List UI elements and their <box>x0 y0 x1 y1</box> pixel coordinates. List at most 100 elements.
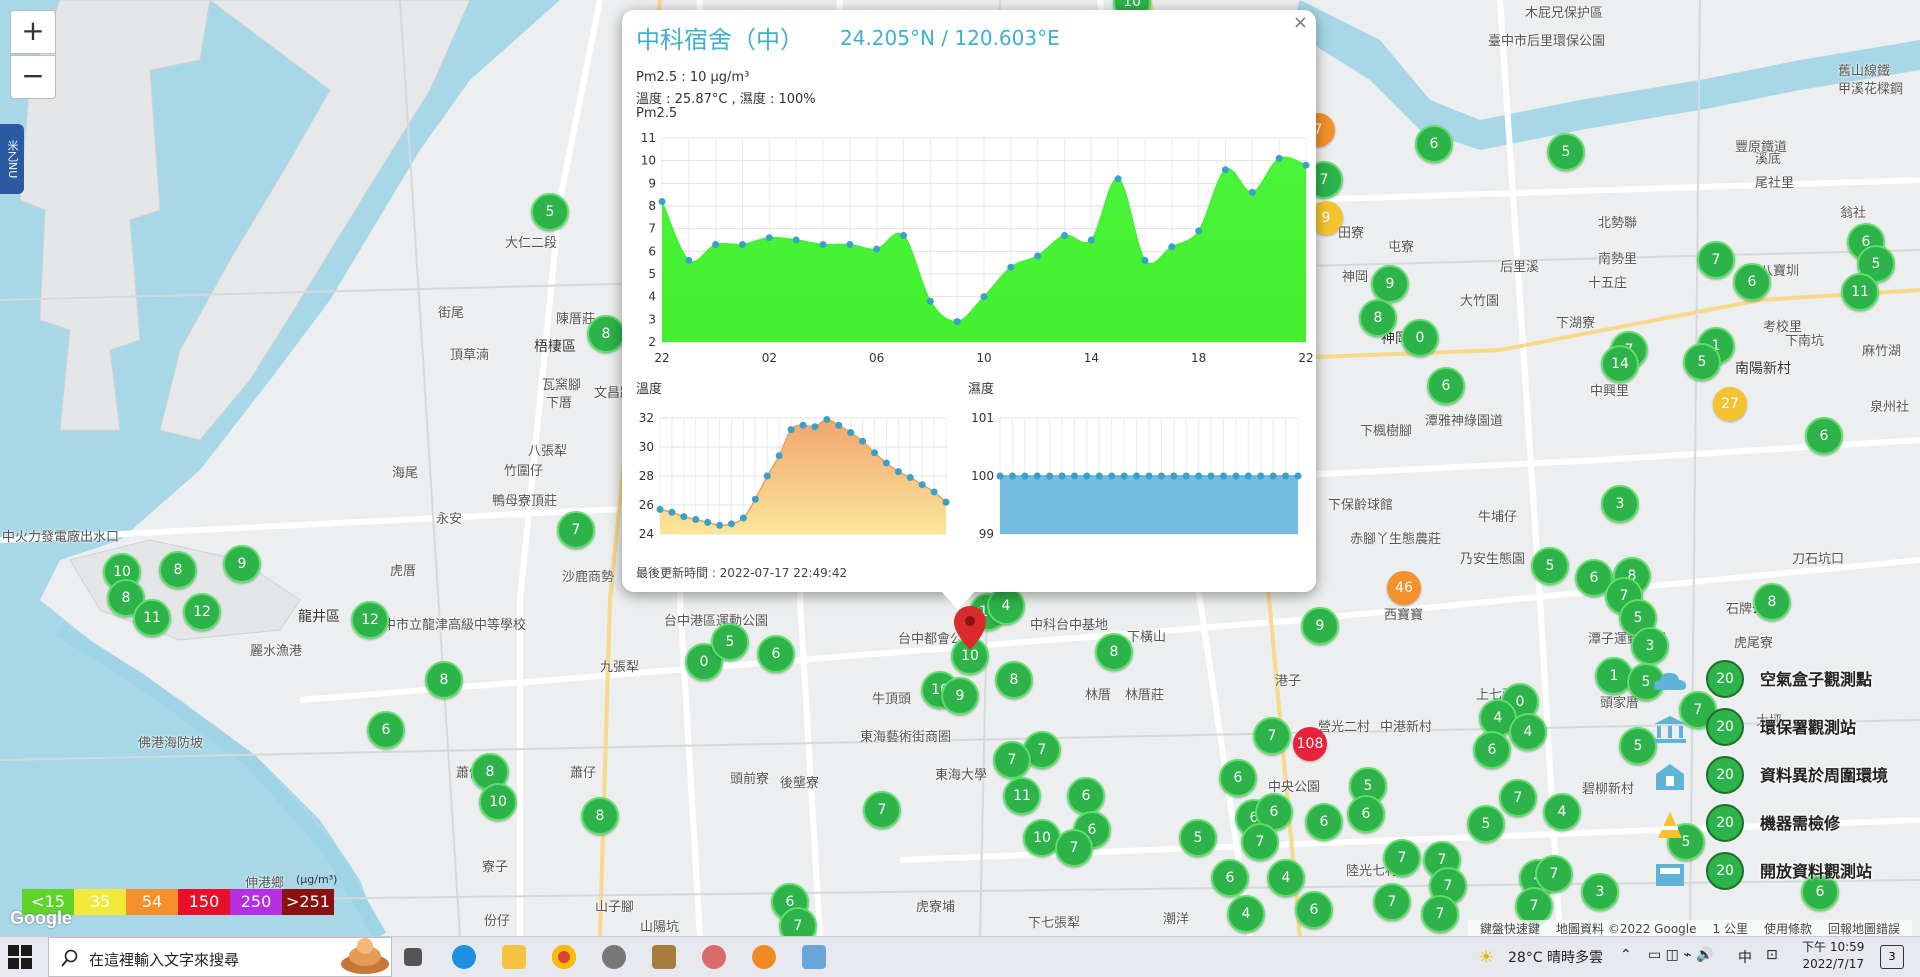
sensor-marker[interactable]: 8 <box>1753 583 1791 621</box>
sensor-marker[interactable]: 7 <box>993 741 1031 779</box>
sensor-marker[interactable]: 9 <box>223 545 261 583</box>
sensor-marker[interactable]: 7 <box>1253 717 1291 755</box>
sensor-marker[interactable]: 4 <box>1509 713 1547 751</box>
attribution-item[interactable]: 回報地圖錯誤 <box>1828 922 1900 936</box>
sensor-marker[interactable]: 8 <box>587 315 625 353</box>
sensor-marker[interactable]: 46 <box>1387 571 1421 605</box>
tray-icons[interactable]: ▭ ◫ ⌁ 🔊 <box>1648 947 1714 963</box>
sensor-marker[interactable]: 12 <box>351 601 389 639</box>
attribution-item[interactable]: 1 公里 <box>1713 922 1748 936</box>
sensor-marker[interactable]: 5 <box>1179 819 1217 857</box>
sensor-marker[interactable]: 11 <box>1003 777 1041 815</box>
windows-start-icon[interactable] <box>8 945 32 969</box>
tray-chevron-up-icon[interactable]: ⌃ <box>1620 947 1632 963</box>
sensor-marker[interactable]: 5 <box>711 623 749 661</box>
sensor-marker[interactable]: 9 <box>941 677 979 715</box>
side-panel-tab[interactable]: 米乙NU <box>0 124 24 194</box>
app-icon-3[interactable] <box>702 945 726 969</box>
sensor-marker[interactable]: 7 <box>863 791 901 829</box>
sensor-marker[interactable]: 6 <box>367 711 405 749</box>
sensor-marker[interactable]: 6 <box>1473 731 1511 769</box>
attribution-item[interactable]: 地圖資料 ©2022 Google <box>1556 922 1697 936</box>
attribution-item[interactable]: 鍵盤快速鍵 <box>1480 922 1540 936</box>
zoom-in-button[interactable]: + <box>10 10 56 54</box>
file-explorer-icon[interactable] <box>502 945 526 969</box>
legend-unit: (μg/m³) <box>296 873 338 886</box>
sensor-marker[interactable]: 7 <box>1499 779 1537 817</box>
sensor-marker[interactable]: 6 <box>1219 759 1257 797</box>
sensor-marker[interactable]: 6 <box>1067 777 1105 815</box>
sensor-marker[interactable]: 10 <box>479 783 517 821</box>
sensor-marker[interactable]: 3 <box>1581 873 1619 911</box>
close-popup-button[interactable]: × <box>1293 12 1308 33</box>
sensor-marker[interactable]: 3 <box>1601 485 1639 523</box>
sensor-marker[interactable]: 6 <box>1805 417 1843 455</box>
sensor-marker[interactable]: 6 <box>1347 795 1385 833</box>
weather-icon: ☀ <box>1478 947 1495 968</box>
ime-indicator[interactable]: 中 <box>1738 947 1752 967</box>
place-label: 臺中市立龍津高級中等學校 <box>370 618 527 633</box>
attribution-item[interactable]: 使用條款 <box>1764 922 1812 936</box>
sensor-marker[interactable]: 5 <box>1467 805 1505 843</box>
app-icon-1[interactable] <box>602 945 626 969</box>
data-point <box>1145 472 1153 480</box>
sensor-marker[interactable]: 4 <box>1267 859 1305 897</box>
sensor-marker[interactable]: 9 <box>1371 265 1409 303</box>
sensor-marker[interactable]: 6 <box>1427 367 1465 405</box>
map-canvas[interactable]: 臺中市后里環保公園 木屁兄保护區 舊山線鐵 甲溪花樑鋼 溪底 尾社里 豐原鐵道 北勢聯 翁社 南勢… <box>0 0 1920 936</box>
edge-browser-icon[interactable] <box>452 945 476 969</box>
sensor-marker[interactable]: 4 <box>1543 793 1581 831</box>
place-label: 西寶寶 <box>1384 608 1424 623</box>
sensor-marker[interactable]: 7 <box>1241 823 1279 861</box>
sensor-marker[interactable]: 12 <box>183 593 221 631</box>
sensor-marker[interactable]: 7 <box>1421 895 1459 933</box>
place-label: 中港新村 <box>1380 720 1433 735</box>
sensor-marker[interactable]: 8 <box>1359 299 1397 337</box>
sensor-marker[interactable]: 7 <box>1697 241 1735 279</box>
selected-location-pin-icon[interactable] <box>954 606 986 650</box>
sensor-marker[interactable]: 6 <box>1211 859 1249 897</box>
sensor-marker[interactable]: 6 <box>1295 891 1333 929</box>
sensor-marker[interactable]: 14 <box>1601 345 1639 383</box>
sensor-marker[interactable]: 7 <box>1373 883 1411 921</box>
sensor-marker[interactable]: 8 <box>581 797 619 835</box>
sensor-marker[interactable]: 4 <box>1227 895 1265 933</box>
sensor-marker[interactable]: 6 <box>757 635 795 673</box>
chrome-browser-icon[interactable] <box>552 945 576 969</box>
blender-icon[interactable] <box>752 945 776 969</box>
sensor-marker[interactable]: 8 <box>425 661 463 699</box>
sensor-marker[interactable]: 7 <box>1383 839 1421 877</box>
sensor-marker[interactable]: 7 <box>557 511 595 549</box>
data-point <box>1083 472 1091 480</box>
taskbar-search-box[interactable]: 在這裡輸入文字來搜尋 <box>48 937 392 977</box>
sensor-marker[interactable]: 5 <box>1683 343 1721 381</box>
app-icon-4[interactable] <box>802 945 826 969</box>
app-icon-2[interactable] <box>652 945 676 969</box>
taskbar-clock[interactable]: 下午 10:59 2022/7/17 <box>1802 939 1864 973</box>
sensor-marker[interactable]: 11 <box>133 599 171 637</box>
data-point <box>1133 472 1141 480</box>
sensor-marker[interactable]: 0 <box>1401 319 1439 357</box>
sensor-marker[interactable]: 27 <box>1713 387 1747 421</box>
sensor-marker[interactable]: 108 <box>1293 727 1327 761</box>
sensor-marker[interactable]: 9 <box>1301 607 1339 645</box>
sensor-marker[interactable]: 6 <box>1305 803 1343 841</box>
ime-mode-icon[interactable]: ⊡ <box>1766 947 1778 963</box>
task-view-icon[interactable] <box>404 948 422 966</box>
sensor-marker[interactable]: 11 <box>1841 273 1879 311</box>
sensor-marker[interactable]: 8 <box>159 551 197 589</box>
data-point <box>668 508 676 516</box>
sensor-marker[interactable]: 5 <box>1547 133 1585 171</box>
sensor-marker[interactable]: 5 <box>1531 547 1569 585</box>
sensor-marker[interactable]: 8 <box>995 661 1033 699</box>
sensor-marker[interactable]: 6 <box>1415 125 1453 163</box>
sensor-marker[interactable]: 4 <box>987 587 1025 625</box>
sensor-marker[interactable]: 8 <box>1095 633 1133 671</box>
sensor-marker[interactable]: 7 <box>1055 829 1093 867</box>
notification-button[interactable]: 3 <box>1880 945 1904 969</box>
place-label: 十五庄 <box>1588 276 1628 291</box>
zoom-out-button[interactable]: − <box>10 55 56 99</box>
sensor-marker[interactable]: 5 <box>531 193 569 231</box>
sensor-marker[interactable]: 6 <box>1733 263 1771 301</box>
weather-text[interactable]: 28°C 晴時多雲 <box>1508 947 1603 967</box>
